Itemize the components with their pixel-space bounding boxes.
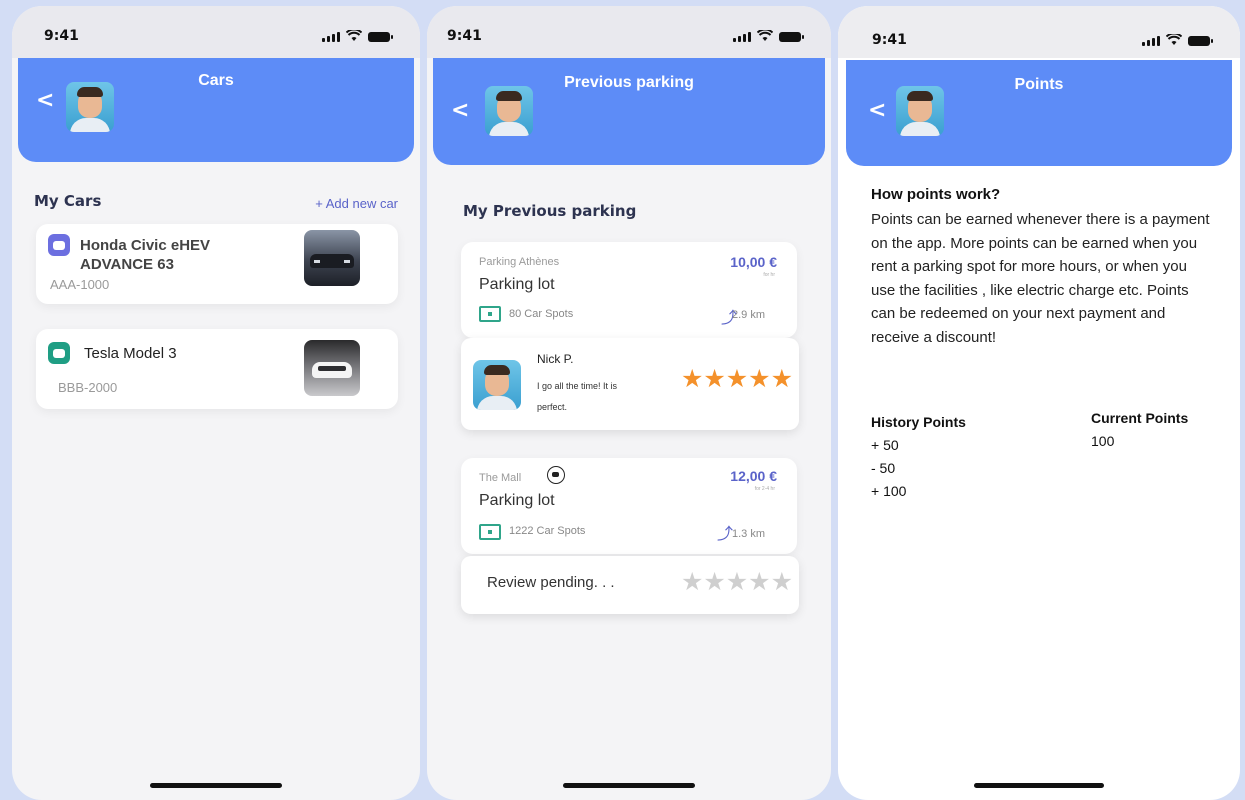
car-icon bbox=[48, 234, 70, 256]
points-heading: How points work? bbox=[871, 186, 1001, 203]
parking-spot-icon bbox=[479, 306, 501, 322]
review-pending-text: Review pending. . . bbox=[487, 574, 615, 591]
parking-spots: 1222 Car Spots bbox=[509, 525, 586, 537]
parking-price: 10,00 € bbox=[730, 254, 777, 270]
home-indicator bbox=[563, 783, 695, 788]
battery-icon bbox=[1188, 36, 1213, 46]
car-plate: AAA-1000 bbox=[50, 277, 110, 292]
battery-icon bbox=[368, 32, 393, 42]
parking-place: The Mall bbox=[479, 472, 522, 484]
current-points-value: 100 bbox=[1091, 433, 1115, 449]
status-icons bbox=[1142, 34, 1213, 46]
points-description: Points can be earned whenever there is a… bbox=[871, 211, 1210, 346]
page-title: Points bbox=[1014, 76, 1064, 93]
car-card-tesla[interactable]: Tesla Model 3 BBB-2000 bbox=[36, 329, 398, 409]
header: < Points bbox=[846, 60, 1232, 166]
parking-type: Parking lot bbox=[479, 276, 555, 293]
back-icon[interactable]: < bbox=[36, 88, 54, 113]
parking-price-unit: for hr bbox=[763, 272, 775, 278]
status-bar: 9:41 bbox=[427, 6, 831, 58]
route-icon: ⤴ bbox=[716, 524, 733, 543]
status-icons bbox=[733, 30, 804, 42]
reviewer-avatar bbox=[473, 360, 521, 410]
status-time: 9:41 bbox=[44, 28, 79, 44]
header: < Cars bbox=[18, 58, 414, 162]
rating-stars: ★★★★★ bbox=[680, 364, 793, 393]
ev-charge-icon bbox=[547, 466, 565, 484]
parking-spots: 80 Car Spots bbox=[509, 308, 574, 320]
home-indicator bbox=[150, 783, 282, 788]
car-photo bbox=[304, 230, 360, 286]
reviewer-name: Nick P. bbox=[537, 352, 574, 366]
review-pending-card[interactable]: Review pending. . . ★★★★★ bbox=[461, 556, 799, 614]
history-entry: + 100 bbox=[871, 483, 907, 499]
parking-spot-icon bbox=[479, 524, 501, 540]
parking-type: Parking lot bbox=[479, 492, 555, 509]
header: < Previous parking bbox=[433, 58, 825, 165]
parking-price: 12,00 € bbox=[730, 468, 777, 484]
parking-place: Parking Athènes bbox=[479, 256, 560, 268]
signal-icon bbox=[733, 32, 751, 42]
points-screen: 9:41 < Points How points work? Points ca… bbox=[838, 6, 1240, 800]
page-title: Cars bbox=[198, 72, 234, 89]
status-icons bbox=[322, 30, 393, 42]
history-entry: - 50 bbox=[871, 460, 896, 476]
status-time: 9:41 bbox=[447, 28, 482, 44]
history-points-label: History Points bbox=[871, 414, 966, 430]
parking-card-mall[interactable]: The Mall Parking lot 12,00 € for 2-4 hr … bbox=[461, 458, 797, 554]
add-car-link[interactable]: + Add new car bbox=[315, 196, 398, 211]
status-bar: 9:41 bbox=[12, 6, 420, 58]
home-indicator bbox=[974, 783, 1104, 788]
history-entry: + 50 bbox=[871, 437, 899, 453]
status-time: 9:41 bbox=[872, 32, 907, 48]
electric-car-icon bbox=[48, 342, 70, 364]
empty-rating-stars[interactable]: ★★★★★ bbox=[681, 567, 793, 596]
current-points-label: Current Points bbox=[1091, 410, 1189, 426]
parking-distance: 2.9 km bbox=[731, 309, 765, 321]
section-title: My Previous parking bbox=[463, 202, 637, 220]
car-photo bbox=[304, 340, 360, 396]
parking-card-athenes[interactable]: Parking Athènes Parking lot 10,00 € for … bbox=[461, 242, 797, 338]
page-title: Previous parking bbox=[564, 74, 694, 91]
signal-icon bbox=[1142, 36, 1160, 46]
car-name: Tesla Model 3 bbox=[84, 345, 177, 362]
section-title: My Cars bbox=[34, 192, 102, 210]
back-icon[interactable]: < bbox=[868, 98, 886, 123]
parking-price-unit: for 2-4 hr bbox=[754, 486, 775, 492]
review-text: I go all the time! It is perfect. bbox=[537, 381, 618, 412]
back-icon[interactable]: < bbox=[451, 98, 469, 123]
avatar[interactable] bbox=[485, 86, 533, 136]
previous-parking-screen: 9:41 < Previous parking My Previous park… bbox=[427, 6, 831, 800]
status-bar: 9:41 bbox=[838, 6, 1240, 58]
review-card: Nick P. I go all the time! It is perfect… bbox=[461, 338, 799, 430]
car-card-honda[interactable]: Honda Civic eHEV ADVANCE 63 AAA-1000 bbox=[36, 224, 398, 304]
wifi-icon bbox=[1166, 34, 1182, 45]
parking-distance: 1.3 km bbox=[731, 528, 765, 540]
battery-icon bbox=[779, 32, 804, 42]
car-name: Honda Civic eHEV ADVANCE 63 bbox=[80, 237, 211, 273]
wifi-icon bbox=[346, 30, 362, 41]
wifi-icon bbox=[757, 30, 773, 41]
cars-screen: 9:41 < Cars My Cars + Add new car Honda … bbox=[12, 6, 420, 800]
signal-icon bbox=[322, 32, 340, 42]
car-plate: BBB-2000 bbox=[58, 380, 118, 395]
